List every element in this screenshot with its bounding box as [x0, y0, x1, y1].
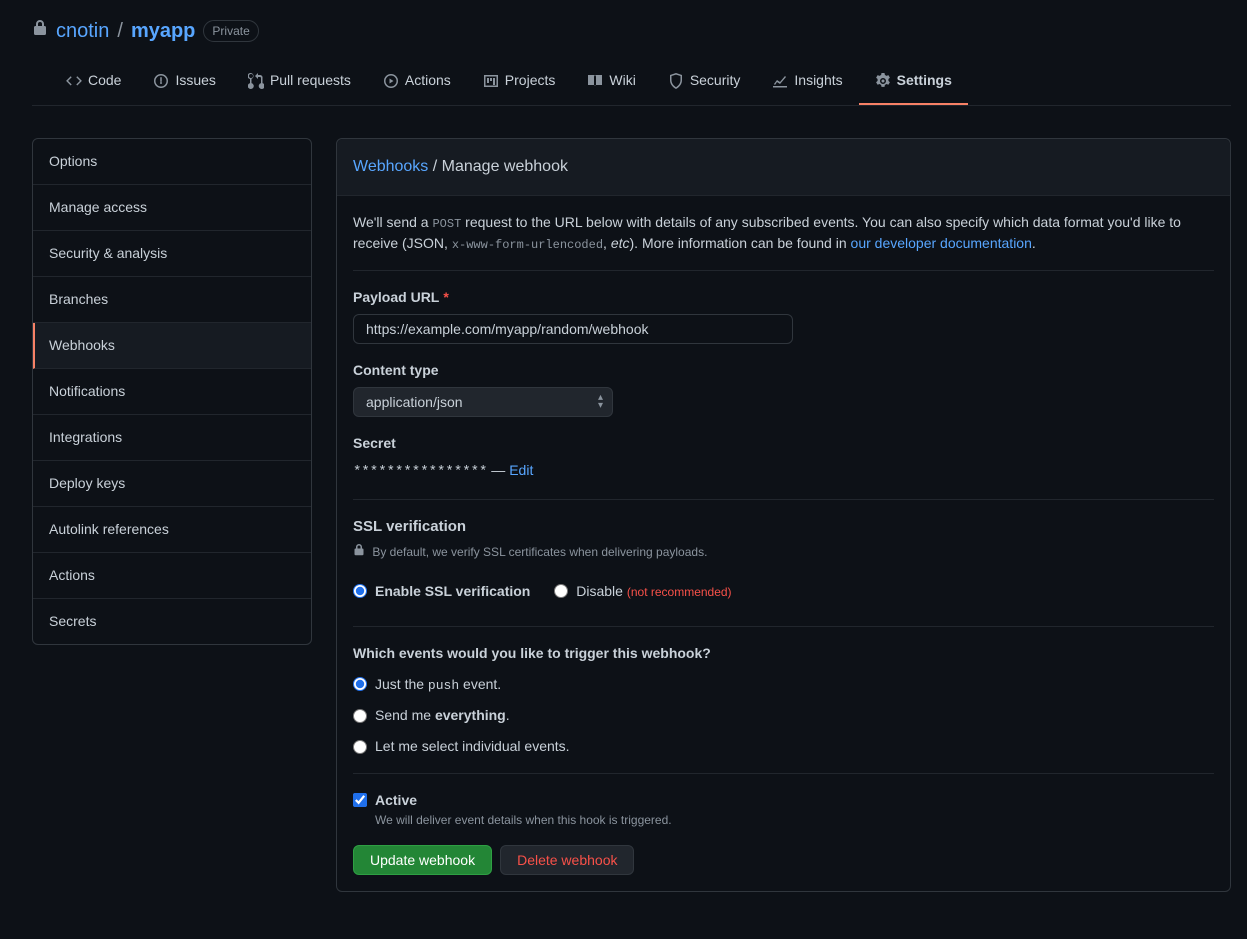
- sidebar-item-branches[interactable]: Branches: [33, 277, 311, 323]
- tab-actions[interactable]: Actions: [367, 62, 467, 105]
- sidebar-item-actions[interactable]: Actions: [33, 553, 311, 599]
- breadcrumb: Webhooks / Manage webhook: [337, 139, 1230, 196]
- delete-webhook-button[interactable]: Delete webhook: [500, 845, 634, 875]
- secret-mask: ****************: [353, 464, 487, 480]
- repo-slash: /: [117, 16, 123, 46]
- play-icon: [383, 73, 399, 89]
- payload-url-label: Payload URL*: [353, 287, 1214, 308]
- tab-wiki[interactable]: Wiki: [571, 62, 651, 105]
- events-heading: Which events would you like to trigger t…: [353, 643, 1214, 664]
- sidebar-item-autolink[interactable]: Autolink references: [33, 507, 311, 553]
- tab-label: Projects: [505, 70, 556, 91]
- project-icon: [483, 73, 499, 89]
- ssl-disable-radio[interactable]: [554, 584, 568, 598]
- description: We'll send a POST request to the URL bel…: [353, 212, 1214, 254]
- tab-code[interactable]: Code: [50, 62, 137, 105]
- sidebar-item-security-analysis[interactable]: Security & analysis: [33, 231, 311, 277]
- tab-label: Code: [88, 70, 121, 91]
- tab-label: Actions: [405, 70, 451, 91]
- active-label: Active: [375, 790, 672, 811]
- graph-icon: [772, 73, 788, 89]
- repo-tabs: Code Issues Pull requests Actions Projec…: [32, 62, 1231, 106]
- tab-label: Issues: [175, 70, 215, 91]
- tab-label: Pull requests: [270, 70, 351, 91]
- breadcrumb-sep: /: [428, 158, 441, 175]
- ssl-enable-label: Enable SSL verification: [375, 581, 530, 602]
- tab-pulls[interactable]: Pull requests: [232, 62, 367, 105]
- required-star: *: [443, 289, 448, 305]
- sidebar-item-integrations[interactable]: Integrations: [33, 415, 311, 461]
- ssl-hint: By default, we verify SSL certificates w…: [353, 543, 1214, 561]
- secret-dash: —: [487, 462, 509, 478]
- payload-url-input[interactable]: [353, 314, 793, 344]
- update-webhook-button[interactable]: Update webhook: [353, 845, 492, 875]
- pull-icon: [248, 73, 264, 89]
- event-select-radio[interactable]: [353, 740, 367, 754]
- active-hint: We will deliver event details when this …: [375, 811, 672, 829]
- event-push-label: Just the push event.: [375, 674, 501, 696]
- secret-label: Secret: [353, 433, 1214, 454]
- tab-settings[interactable]: Settings: [859, 62, 968, 105]
- visibility-badge: Private: [203, 20, 258, 42]
- event-all-label: Send me everything.: [375, 705, 510, 726]
- book-icon: [587, 73, 603, 89]
- webhook-panel: Webhooks / Manage webhook We'll send a P…: [336, 138, 1231, 892]
- dev-docs-link[interactable]: our developer documentation: [851, 235, 1032, 251]
- sidebar-item-secrets[interactable]: Secrets: [33, 599, 311, 644]
- repo-name-link[interactable]: myapp: [131, 16, 195, 46]
- tab-label: Insights: [794, 70, 842, 91]
- tab-projects[interactable]: Projects: [467, 62, 572, 105]
- content-type-label: Content type: [353, 360, 1214, 381]
- sidebar-item-notifications[interactable]: Notifications: [33, 369, 311, 415]
- tab-label: Wiki: [609, 70, 635, 91]
- event-all-radio[interactable]: [353, 709, 367, 723]
- ssl-disable-label: Disable (not recommended): [576, 581, 731, 602]
- content-type-select[interactable]: application/json: [353, 387, 613, 417]
- gear-icon: [875, 73, 891, 89]
- shield-icon: [668, 73, 684, 89]
- tab-issues[interactable]: Issues: [137, 62, 231, 105]
- event-push-radio[interactable]: [353, 677, 367, 691]
- settings-sidebar: Options Manage access Security & analysi…: [32, 138, 312, 916]
- tab-label: Settings: [897, 70, 952, 91]
- sidebar-item-manage-access[interactable]: Manage access: [33, 185, 311, 231]
- sidebar-item-options[interactable]: Options: [33, 139, 311, 185]
- code-icon: [66, 73, 82, 89]
- tab-label: Security: [690, 70, 741, 91]
- ssl-title: SSL verification: [353, 516, 1214, 539]
- breadcrumb-current: Manage webhook: [442, 158, 568, 175]
- tab-insights[interactable]: Insights: [756, 62, 858, 105]
- event-select-label: Let me select individual events.: [375, 736, 570, 757]
- lock-icon: [32, 20, 48, 42]
- ssl-enable-radio[interactable]: [353, 584, 367, 598]
- repo-owner-link[interactable]: cnotin: [56, 16, 109, 46]
- issue-icon: [153, 73, 169, 89]
- active-checkbox[interactable]: [353, 793, 367, 807]
- repo-header: cnotin / myapp Private: [32, 16, 1231, 62]
- tab-security[interactable]: Security: [652, 62, 757, 105]
- sidebar-item-webhooks[interactable]: Webhooks: [33, 323, 311, 369]
- breadcrumb-root[interactable]: Webhooks: [353, 158, 428, 175]
- secret-edit-link[interactable]: Edit: [509, 462, 533, 478]
- lock-icon: [353, 545, 368, 559]
- sidebar-item-deploy-keys[interactable]: Deploy keys: [33, 461, 311, 507]
